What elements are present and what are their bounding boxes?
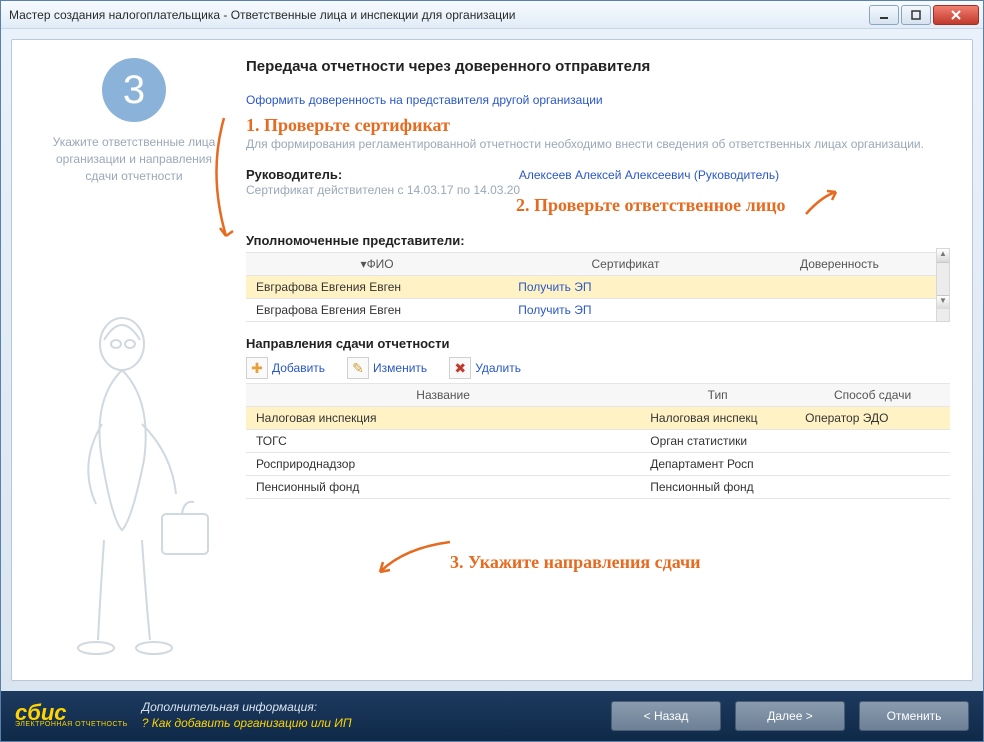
manager-label: Руководитель: xyxy=(246,167,342,182)
next-button[interactable]: Далее > xyxy=(735,701,845,731)
cancel-button[interactable]: Отменить xyxy=(859,701,969,731)
scrollbar[interactable]: ▲ ▼ xyxy=(936,248,950,323)
table-row[interactable]: Пенсионный фонд Пенсионный фонд xyxy=(246,476,950,499)
reps-col-cert[interactable]: Сертификат xyxy=(508,252,743,276)
table-row[interactable]: Евграфова Евгения Евген Получить ЭП xyxy=(246,276,936,299)
get-ep-link[interactable]: Получить ЭП xyxy=(518,280,591,294)
close-button[interactable] xyxy=(933,5,979,25)
arrow-annotation-3 xyxy=(374,538,454,578)
table-row[interactable]: Евграфова Евгения Евген Получить ЭП xyxy=(246,299,936,322)
back-button[interactable]: < Назад xyxy=(611,701,721,731)
table-row[interactable]: ТОГС Орган статистики xyxy=(246,430,950,453)
rep-fio: Евграфова Евгения Евген xyxy=(246,299,508,322)
dir-col-method[interactable]: Способ сдачи xyxy=(795,384,950,407)
directions-table: Название Тип Способ сдачи Налоговая инсп… xyxy=(246,383,950,499)
delegate-link[interactable]: Оформить доверенность на представителя д… xyxy=(246,93,603,107)
directions-block: Направления сдачи отчетности ✚ Добавить … xyxy=(246,336,950,499)
content-panel: 3 Укажите ответственные лица организации… xyxy=(11,39,973,681)
footer-help-link[interactable]: ? Как добавить организацию или ИП xyxy=(142,716,352,732)
reps-title: Уполномоченные представители: xyxy=(246,233,950,248)
table-row[interactable]: Налоговая инспекция Налоговая инспекц Оп… xyxy=(246,407,950,430)
footer-info-label: Дополнительная информация: xyxy=(142,700,352,716)
step-number-badge: 3 xyxy=(102,58,166,122)
maximize-button[interactable] xyxy=(901,5,931,25)
annotation-3: 3. Укажите направления сдачи xyxy=(450,552,701,573)
cross-icon: ✖ xyxy=(449,357,471,379)
titlebar: Мастер создания налогоплательщика - Отве… xyxy=(1,1,983,29)
directions-toolbar: ✚ Добавить ✎ Изменить ✖ Удалить xyxy=(246,357,950,379)
main-area: Передача отчетности через доверенного от… xyxy=(234,58,950,664)
logo: сбис ЭЛЕКТРОННАЯ ОТЧЕТНОСТЬ xyxy=(15,704,128,727)
directions-title: Направления сдачи отчетности xyxy=(246,336,950,351)
rep-fio: Евграфова Евгения Евген xyxy=(246,276,508,299)
assistant-illustration xyxy=(34,304,234,664)
footer-info: Дополнительная информация: ? Как добавит… xyxy=(142,700,352,731)
edit-button[interactable]: ✎ Изменить xyxy=(347,357,427,379)
window-title: Мастер создания налогоплательщика - Отве… xyxy=(9,8,869,22)
reps-col-fio[interactable]: ▾ ФИО xyxy=(246,252,508,276)
step-hint: Укажите ответственные лица организации и… xyxy=(34,134,234,184)
dir-col-name[interactable]: Название xyxy=(246,384,640,407)
table-row[interactable]: Росприроднадзор Департамент Росп xyxy=(246,453,950,476)
app-window: Мастер создания налогоплательщика - Отве… xyxy=(0,0,984,742)
reps-table: ▾ ФИО Сертификат Доверенность Евграфова … xyxy=(246,252,936,323)
minimize-button[interactable] xyxy=(869,5,899,25)
dir-col-type[interactable]: Тип xyxy=(640,384,795,407)
reps-block: Уполномоченные представители: ▾ ФИО Серт… xyxy=(246,233,950,323)
plus-icon: ✚ xyxy=(246,357,268,379)
sidebar: 3 Укажите ответственные лица организации… xyxy=(34,58,234,664)
window-controls xyxy=(869,5,979,25)
page-title: Передача отчетности через доверенного от… xyxy=(246,58,950,75)
delete-button[interactable]: ✖ Удалить xyxy=(449,357,521,379)
manager-block: Руководитель: Алексеев Алексей Алексееви… xyxy=(246,167,950,199)
reps-col-doc[interactable]: Доверенность xyxy=(743,252,936,276)
annotation-2: 2. Проверьте ответственное лицо xyxy=(516,195,785,216)
annotation-1: 1. Проверьте сертификат xyxy=(246,115,950,136)
description-text: Для формирования регламентированной отче… xyxy=(246,136,950,153)
footer: сбис ЭЛЕКТРОННАЯ ОТЧЕТНОСТЬ Дополнительн… xyxy=(1,691,983,741)
manager-person-link[interactable]: Алексеев Алексей Алексеевич (Руководител… xyxy=(519,168,779,182)
pencil-icon: ✎ xyxy=(347,357,369,379)
get-ep-link[interactable]: Получить ЭП xyxy=(518,303,591,317)
add-button[interactable]: ✚ Добавить xyxy=(246,357,325,379)
